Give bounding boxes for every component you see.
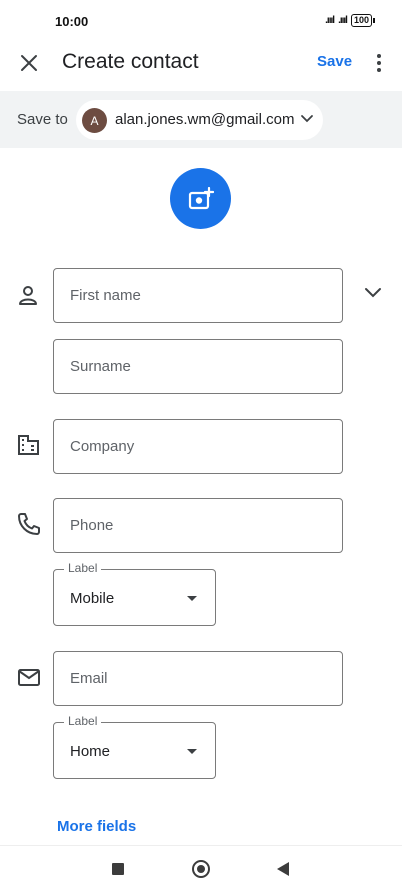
signal-icon: .ıııl	[325, 15, 335, 26]
avatar: A	[82, 108, 107, 133]
phone-label-caption: Label	[64, 561, 102, 575]
company-placeholder: Company	[70, 438, 135, 455]
phone-icon	[16, 511, 42, 537]
page-title: Create contact	[62, 50, 199, 73]
back-button[interactable]	[277, 862, 289, 876]
save-to-label: Save to	[17, 111, 68, 128]
first-name-field[interactable]: First name	[53, 268, 343, 323]
email-label-value: Home	[70, 743, 111, 760]
company-field[interactable]: Company	[53, 419, 343, 474]
surname-placeholder: Surname	[70, 358, 131, 375]
battery-icon: 100	[350, 14, 376, 27]
status-time: 10:00	[55, 14, 89, 29]
phone-placeholder: Phone	[70, 517, 114, 534]
surname-field[interactable]: Surname	[53, 339, 343, 394]
save-button[interactable]: Save	[317, 53, 352, 70]
status-icons: .ıııl .ıııl 100	[325, 14, 376, 27]
email-placeholder: Email	[70, 670, 108, 687]
signal-icon-2: .ıııl	[338, 15, 348, 26]
email-label-caption: Label	[64, 714, 102, 728]
chevron-down-icon	[300, 112, 314, 126]
more-options-icon[interactable]	[371, 52, 387, 74]
person-icon	[16, 283, 42, 309]
home-button[interactable]	[192, 860, 210, 878]
phone-label-value: Mobile	[70, 590, 115, 607]
dropdown-arrow-icon	[187, 596, 197, 601]
first-name-placeholder: First name	[70, 287, 141, 304]
recents-button[interactable]	[112, 863, 124, 875]
email-field[interactable]: Email	[53, 651, 343, 706]
email-icon	[16, 665, 42, 691]
business-icon	[16, 432, 42, 458]
account-email: alan.jones.wm@gmail.com	[115, 111, 295, 128]
phone-label-dropdown[interactable]: Label Mobile	[53, 561, 216, 626]
more-fields-button[interactable]: More fields	[57, 818, 136, 835]
close-icon[interactable]	[18, 52, 40, 74]
add-photo-icon	[188, 186, 214, 209]
email-label-dropdown[interactable]: Label Home	[53, 714, 216, 779]
add-photo-button[interactable]	[170, 168, 231, 229]
phone-field[interactable]: Phone	[53, 498, 343, 553]
expand-name-icon[interactable]	[363, 283, 383, 303]
dropdown-arrow-icon	[187, 749, 197, 754]
